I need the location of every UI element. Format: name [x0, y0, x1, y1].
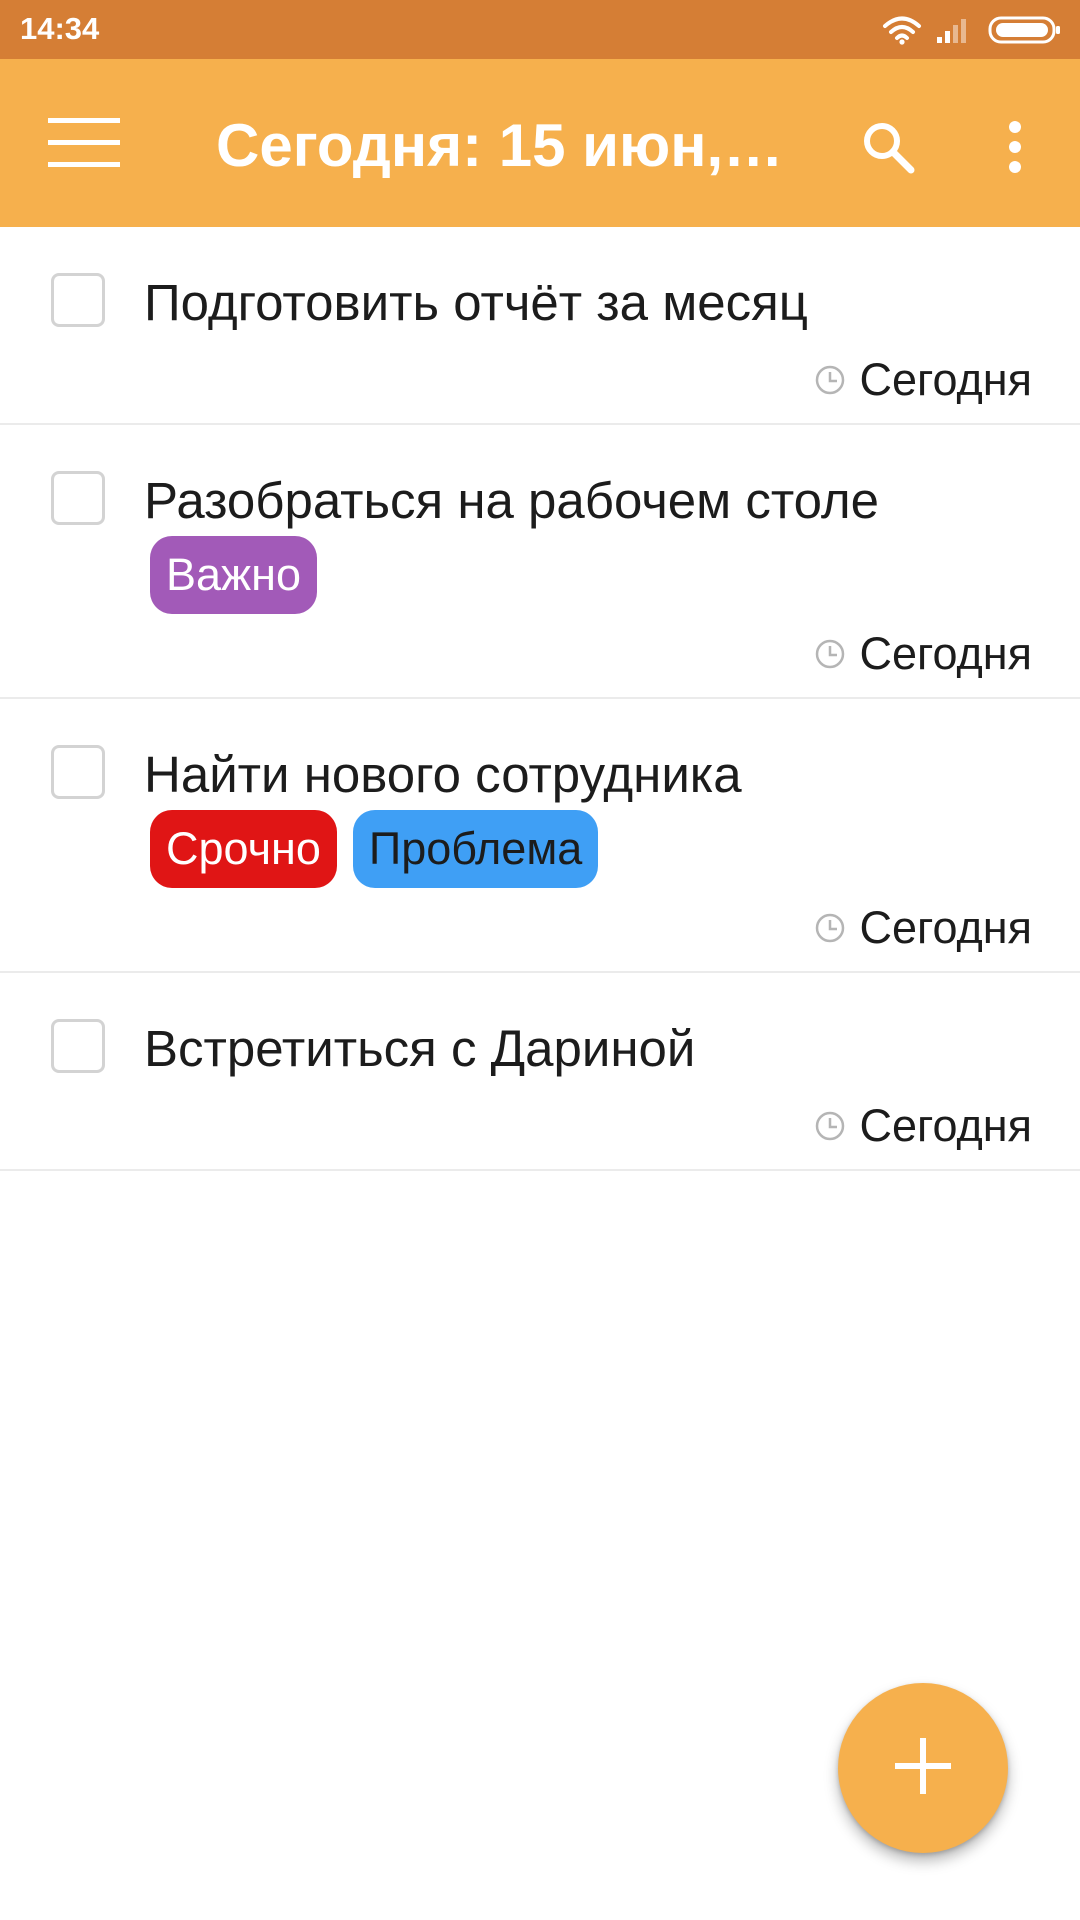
- due-date: Сегодня: [814, 900, 1032, 956]
- plus-icon: [895, 1737, 951, 1799]
- tag-urgent: Срочно: [150, 810, 337, 888]
- menu-icon: [48, 116, 120, 173]
- clock-icon: [814, 364, 846, 396]
- task-checkbox[interactable]: [51, 745, 105, 799]
- tag-list: Важно: [150, 536, 318, 614]
- due-date: Сегодня: [814, 1098, 1032, 1154]
- more-vert-icon: [1007, 120, 1023, 178]
- due-date-label: Сегодня: [859, 628, 1032, 679]
- clock-icon: [814, 1110, 846, 1142]
- add-task-button[interactable]: [838, 1683, 1008, 1853]
- clock-icon: [814, 638, 846, 670]
- tag-list: Срочно Проблема: [150, 810, 599, 888]
- battery-icon: [988, 15, 1062, 45]
- due-date: Сегодня: [814, 352, 1032, 408]
- search-button[interactable]: [848, 109, 928, 189]
- task-title: Подготовить отчёт за месяц: [144, 274, 808, 331]
- task-item[interactable]: Разобраться на рабочем столе Важно Сегод…: [0, 425, 1080, 699]
- search-icon: [860, 119, 916, 180]
- due-date-label: Сегодня: [859, 354, 1032, 405]
- status-time: 14:34: [20, 11, 100, 46]
- task-title: Найти нового сотрудника: [144, 746, 742, 803]
- task-item[interactable]: Подготовить отчёт за месяц Сегодня: [0, 227, 1080, 425]
- due-date-label: Сегодня: [859, 1100, 1032, 1151]
- due-date-label: Сегодня: [859, 902, 1032, 953]
- due-date: Сегодня: [814, 626, 1032, 682]
- task-title: Разобраться на рабочем столе: [144, 472, 880, 529]
- task-title: Встретиться с Дариной: [144, 1020, 696, 1077]
- more-options-button[interactable]: [980, 109, 1050, 189]
- status-bar: 14:34: [0, 0, 1080, 59]
- signal-icon: [936, 16, 974, 44]
- tag-problem: Проблема: [352, 810, 599, 888]
- tag-important: Важно: [150, 536, 318, 614]
- app-bar: Сегодня: 15 июн,…: [0, 59, 1080, 227]
- task-checkbox[interactable]: [51, 1019, 105, 1073]
- task-item[interactable]: Встретиться с Дариной Сегодня: [0, 973, 1080, 1171]
- clock-icon: [814, 912, 846, 944]
- wifi-icon: [882, 15, 922, 45]
- task-checkbox[interactable]: [51, 273, 105, 327]
- task-checkbox[interactable]: [51, 471, 105, 525]
- menu-button[interactable]: [36, 109, 132, 179]
- page-title: Сегодня: 15 июн,…: [216, 112, 784, 179]
- task-list: Подготовить отчёт за месяц Сегодня Разоб…: [0, 227, 1080, 1171]
- task-item[interactable]: Найти нового сотрудника Срочно Проблема …: [0, 699, 1080, 973]
- status-icons: [882, 14, 1062, 46]
